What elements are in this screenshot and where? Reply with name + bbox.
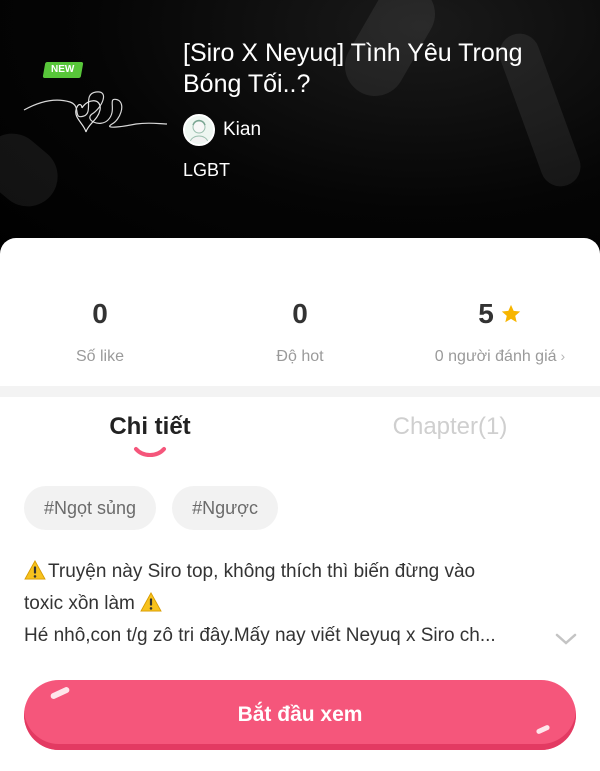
tag-chip[interactable]: #Ngược [172,486,278,530]
author-avatar [183,114,215,146]
likes-stat: 0 Số like [0,296,200,366]
start-reading-label: Bắt đầu xem [237,703,363,726]
stats-row: 0 Số like 0 Độ hot 5 0 người đánh giá › [0,238,600,386]
description-text-2: toxic xồn làm [24,593,135,614]
tag-chip[interactable]: #Ngọt sủng [24,486,157,530]
description-text-1: Truyện này Siro top, không thích thì biế… [48,561,476,582]
hot-count: 0 [292,298,308,329]
chevron-down-icon[interactable] [553,631,579,647]
description-line: toxic xồn làm [24,588,569,620]
new-badge: NEW [42,62,84,78]
description-text-3: Hé nhô,con t/g zô tri đây.Mấy nay viết N… [24,625,496,646]
story-description[interactable]: Truyện này Siro top, không thích thì biế… [24,556,569,652]
warning-icon [24,560,46,580]
rating-count-label: 0 người đánh giá [434,348,557,365]
genre-label: LGBT [183,160,231,180]
story-title: [Siro X Neyuq] Tình Yêu Trong Bóng Tối..… [183,39,523,98]
hot-stat: 0 Độ hot [200,296,400,366]
tab-chapters[interactable]: Chapter(1) [300,413,600,441]
likes-count: 0 [92,298,108,329]
warning-icon [140,592,162,612]
button-shine [49,686,71,700]
author-name: Kian [223,119,262,140]
chevron-right-icon: › [560,348,566,364]
rating-count-link[interactable]: 0 người đánh giá › [400,348,600,366]
start-reading-button[interactable]: Bắt đầu xem [24,680,576,750]
story-cover[interactable]: NEW [22,30,167,150]
story-header: NEW [Siro X Neyuq] Tình Yêu Trong Bóng T… [0,0,600,262]
rating-value-row: 5 [400,296,600,332]
description-line: Truyện này Siro top, không thích thì biế… [24,556,569,588]
avatar-icon [185,116,213,144]
author-link[interactable]: Kian [183,114,261,146]
tab-details[interactable]: Chi tiết [0,413,300,441]
story-details-sheet: 0 Số like 0 Độ hot 5 0 người đánh giá › C… [0,238,600,771]
hot-label: Độ hot [276,348,324,365]
tab-bar: Chi tiết Chapter(1) [0,397,600,467]
button-shine [535,724,551,735]
tag-list: #Ngọt sủng #Ngược [24,486,278,530]
active-tab-indicator [134,447,166,457]
rating-value: 5 [478,298,494,329]
star-icon [501,304,520,323]
rating-stat[interactable]: 5 0 người đánh giá › [400,296,600,366]
section-divider [0,386,600,397]
likes-label: Số like [75,348,125,365]
cover-heart-scribble [23,91,167,133]
